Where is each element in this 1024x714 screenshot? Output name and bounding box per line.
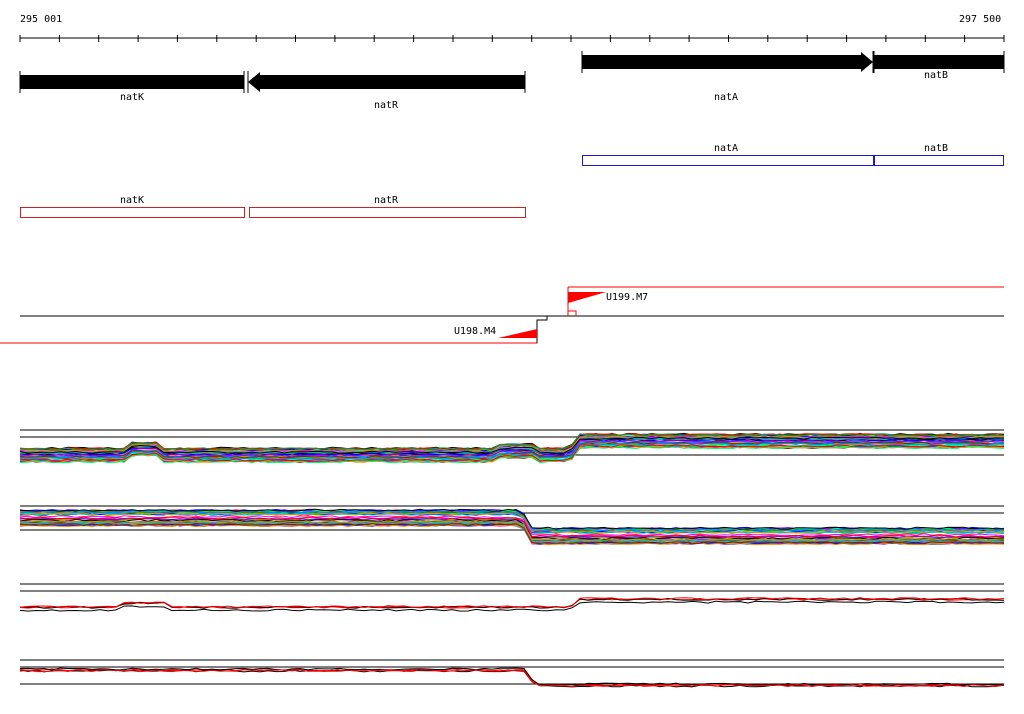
- track-canvas: [0, 35, 1005, 688]
- terminator-triangle-U198: [498, 329, 537, 338]
- blue-feature-box-natA: [582, 155, 874, 166]
- gene-arrow-natB: [874, 55, 1004, 69]
- genome-browser-view: 295 001 297 500 natK natR natA natB natA…: [0, 0, 1024, 714]
- terminator-triangle-U199: [568, 292, 606, 303]
- blue-feature-box-natB: [874, 155, 1004, 166]
- red-feature-box-natK: [20, 207, 245, 218]
- gene-arrow-natA: [582, 52, 873, 72]
- red-feature-box-natR: [249, 207, 526, 218]
- transcript-line-black: [0, 315, 1004, 344]
- gene-arrow-natR: [248, 72, 525, 92]
- terminator-step-U199: [567, 310, 577, 316]
- gene-arrow-natK: [20, 75, 244, 89]
